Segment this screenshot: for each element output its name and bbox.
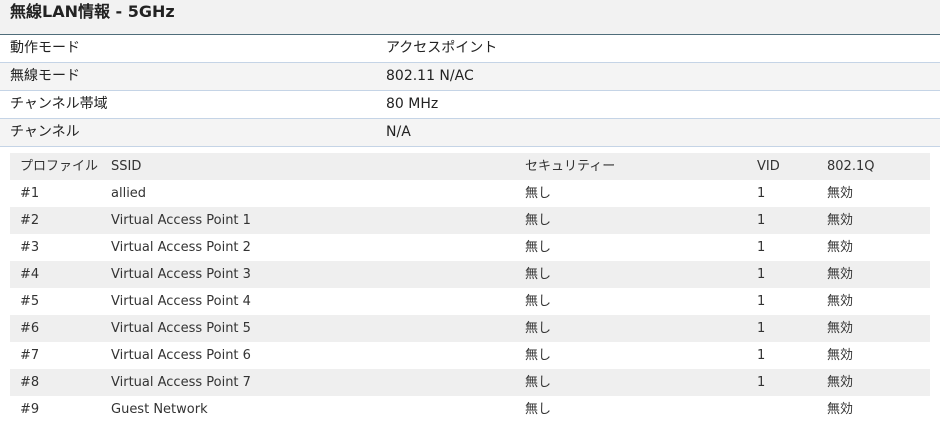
- security-cell: 無し: [525, 375, 552, 390]
- info-row-wireless-mode: 無線モード 802.11 N/AC: [0, 63, 940, 91]
- ssid-cell: Virtual Access Point 5: [111, 321, 251, 336]
- info-label: チャンネル: [10, 124, 80, 140]
- vid-cell: 1: [757, 321, 766, 336]
- 8021q-cell: 無効: [827, 294, 854, 309]
- security-cell: 無し: [525, 186, 552, 201]
- vid-cell: 1: [757, 375, 766, 390]
- info-row-channel-bandwidth: チャンネル帯域 80 MHz: [0, 91, 940, 119]
- ssid-cell: Virtual Access Point 6: [111, 348, 251, 363]
- vid-cell: 1: [757, 186, 766, 201]
- wireless-info-table: 動作モード アクセスポイント 無線モード 802.11 N/AC チャンネル帯域…: [0, 35, 940, 147]
- 8021q-cell: 無効: [827, 267, 854, 282]
- security-cell: 無し: [525, 321, 552, 336]
- info-value: 802.11 N/AC: [386, 68, 474, 84]
- table-row: #1 allied 無し 1 無効: [10, 180, 930, 207]
- table-row: #9 Guest Network 無し 無効: [10, 396, 930, 423]
- 8021q-cell: 無効: [827, 402, 854, 417]
- info-label: 無線モード: [10, 68, 80, 84]
- column-header-vid: VID: [757, 159, 780, 174]
- ssid-cell: Virtual Access Point 7: [111, 375, 251, 390]
- security-cell: 無し: [525, 267, 552, 282]
- security-cell: 無し: [525, 240, 552, 255]
- security-cell: 無し: [525, 402, 552, 417]
- 8021q-cell: 無効: [827, 321, 854, 336]
- info-label: チャンネル帯域: [10, 96, 108, 112]
- table-row: #8 Virtual Access Point 7 無し 1 無効: [10, 369, 930, 396]
- profile-table: プロファイル SSID セキュリティー VID 802.1Q #1 allied…: [10, 153, 930, 423]
- column-header-security: セキュリティー: [525, 159, 616, 174]
- table-row: #6 Virtual Access Point 5 無し 1 無効: [10, 315, 930, 342]
- column-header-8021q: 802.1Q: [827, 159, 875, 174]
- vid-cell: 1: [757, 240, 766, 255]
- vid-cell: 1: [757, 213, 766, 228]
- column-header-profile: プロファイル: [20, 159, 99, 174]
- 8021q-cell: 無効: [827, 240, 854, 255]
- vid-cell: 1: [757, 294, 766, 309]
- page-title: 無線LAN情報 - 5GHz: [10, 2, 175, 21]
- column-header-ssid: SSID: [111, 159, 142, 174]
- profile-cell: #8: [20, 375, 40, 390]
- info-row-channel: チャンネル N/A: [0, 119, 940, 147]
- info-value: アクセスポイント: [386, 40, 498, 56]
- profile-cell: #2: [20, 213, 40, 228]
- profile-cell: #5: [20, 294, 40, 309]
- ssid-cell: Virtual Access Point 4: [111, 294, 251, 309]
- table-row: #7 Virtual Access Point 6 無し 1 無効: [10, 342, 930, 369]
- page-header: 無線LAN情報 - 5GHz: [0, 0, 940, 35]
- 8021q-cell: 無効: [827, 213, 854, 228]
- 8021q-cell: 無効: [827, 375, 854, 390]
- profile-cell: #9: [20, 402, 40, 417]
- security-cell: 無し: [525, 213, 552, 228]
- profile-cell: #4: [20, 267, 40, 282]
- ssid-cell: Virtual Access Point 1: [111, 213, 251, 228]
- info-row-operation-mode: 動作モード アクセスポイント: [0, 35, 940, 63]
- profile-cell: #3: [20, 240, 40, 255]
- info-label: 動作モード: [10, 40, 80, 56]
- ssid-cell: Guest Network: [111, 402, 208, 417]
- info-value: N/A: [386, 124, 411, 140]
- 8021q-cell: 無効: [827, 186, 854, 201]
- info-value: 80 MHz: [386, 96, 439, 112]
- 8021q-cell: 無効: [827, 348, 854, 363]
- table-row: #4 Virtual Access Point 3 無し 1 無効: [10, 261, 930, 288]
- profile-cell: #1: [20, 186, 40, 201]
- profile-table-header: プロファイル SSID セキュリティー VID 802.1Q: [10, 153, 930, 180]
- profile-cell: #6: [20, 321, 40, 336]
- profile-cell: #7: [20, 348, 40, 363]
- table-row: #3 Virtual Access Point 2 無し 1 無効: [10, 234, 930, 261]
- table-row: #5 Virtual Access Point 4 無し 1 無効: [10, 288, 930, 315]
- table-row: #2 Virtual Access Point 1 無し 1 無効: [10, 207, 930, 234]
- security-cell: 無し: [525, 294, 552, 309]
- ssid-cell: Virtual Access Point 2: [111, 240, 251, 255]
- vid-cell: 1: [757, 267, 766, 282]
- security-cell: 無し: [525, 348, 552, 363]
- ssid-cell: allied: [111, 186, 147, 201]
- ssid-cell: Virtual Access Point 3: [111, 267, 251, 282]
- vid-cell: 1: [757, 348, 766, 363]
